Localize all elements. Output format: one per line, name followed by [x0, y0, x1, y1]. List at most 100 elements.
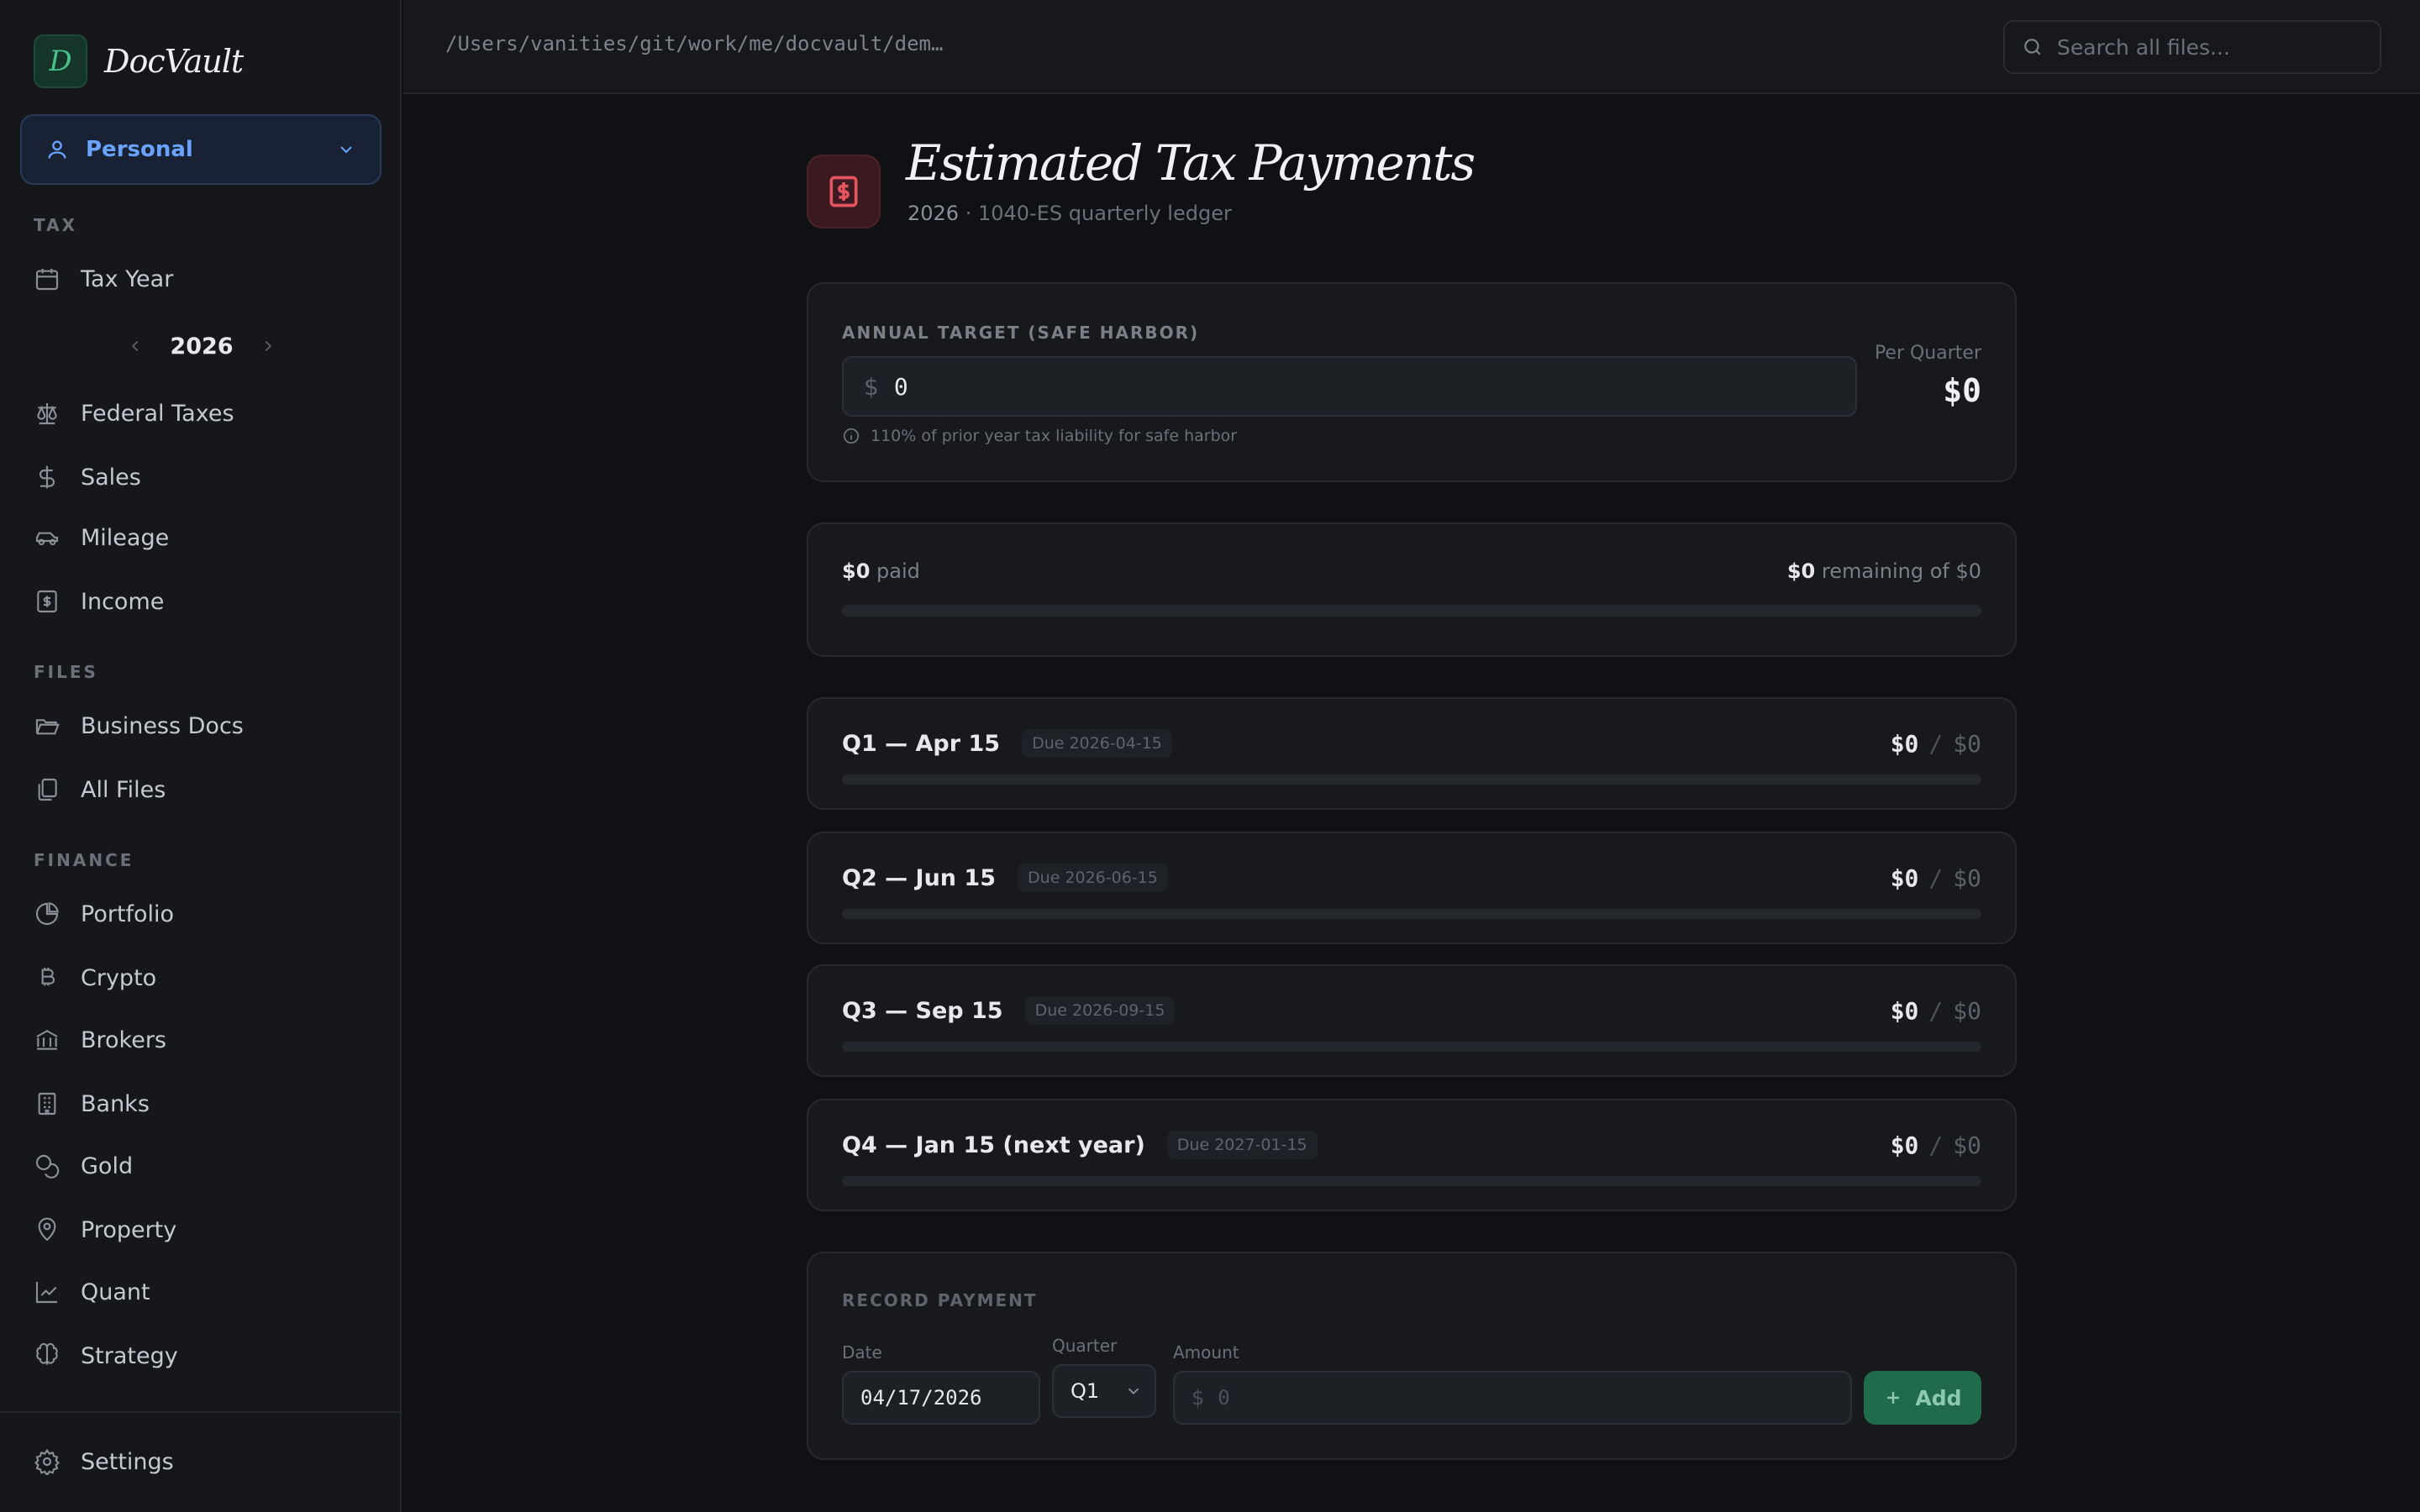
map-pin-icon	[34, 1216, 60, 1243]
files-icon	[34, 776, 60, 803]
car-icon	[34, 524, 60, 551]
remaining-amount: $0	[1786, 559, 1816, 583]
sidebar-item-label: Income	[81, 588, 165, 615]
annual-target-card: ANNUAL TARGET (SAFE HARBOR) $ 110% of pr…	[807, 282, 2017, 482]
annual-target-field[interactable]: $	[842, 356, 1857, 417]
sidebar-item-business-docs[interactable]: Business Docs	[34, 702, 370, 749]
sidebar-item-tax-year[interactable]: Tax Year	[34, 255, 370, 302]
remaining-summary: $0 remaining of $0	[1787, 559, 1981, 583]
sidebar-item-label: Banks	[81, 1090, 150, 1117]
sidebar-item-banks[interactable]: Banks	[34, 1080, 370, 1127]
quarter-target: $0	[1953, 729, 1981, 758]
sidebar-item-settings[interactable]: Settings	[34, 1438, 370, 1485]
brain-icon	[34, 1342, 60, 1369]
annual-target-input[interactable]	[893, 372, 1818, 401]
progress-summary: $0 paid $0 remaining of $0	[842, 559, 1981, 583]
sidebar-item-label: Quant	[81, 1278, 150, 1305]
gear-icon	[34, 1448, 60, 1475]
sidebar-item-gold[interactable]: Gold	[34, 1142, 370, 1189]
date-field[interactable]	[842, 1371, 1040, 1425]
coins-icon	[34, 1152, 60, 1179]
user-icon	[45, 138, 69, 161]
quarter-header: Q3 — Sep 15 Due 2026-09-15 $0 / $0	[842, 996, 1981, 1025]
amount-separator: /	[1928, 729, 1944, 758]
sidebar-item-brokers[interactable]: Brokers	[34, 1016, 370, 1063]
search-icon	[2022, 36, 2044, 58]
sidebar-divider	[0, 1411, 402, 1413]
quarter-card: Q3 — Sep 15 Due 2026-09-15 $0 / $0	[807, 964, 2017, 1077]
quarter-amount: $0 / $0	[1891, 997, 1981, 1025]
sidebar-item-all-files[interactable]: All Files	[34, 766, 370, 813]
quarter-card: Q4 — Jan 15 (next year) Due 2027-01-15 $…	[807, 1099, 2017, 1211]
sidebar-item-label: Business Docs	[81, 712, 244, 739]
sidebar-item-income[interactable]: Income	[34, 578, 370, 625]
quarter-progress-bar	[842, 1176, 1981, 1186]
date-label: Date	[842, 1342, 882, 1362]
section-title-finance: FINANCE	[34, 850, 134, 870]
building-icon	[34, 1090, 60, 1117]
remaining-label: remaining of $0	[1821, 559, 1981, 583]
search-input[interactable]	[2057, 34, 2360, 60]
amount-separator: /	[1928, 996, 1944, 1025]
currency-symbol: $	[864, 372, 879, 401]
quarter-header: Q1 — Apr 15 Due 2026-04-15 $0 / $0	[842, 729, 1981, 758]
quarter-select[interactable]: Q1	[1052, 1364, 1156, 1418]
year-value: 2026	[170, 333, 234, 360]
quarter-target: $0	[1953, 996, 1981, 1025]
bank-icon	[34, 1026, 60, 1053]
quarter-paid: $0	[1890, 864, 1919, 892]
sidebar-item-label: Settings	[81, 1448, 174, 1475]
sidebar-item-label: Tax Year	[81, 265, 174, 292]
sidebar-item-label: Sales	[81, 464, 141, 491]
chevron-left-icon[interactable]	[126, 337, 145, 355]
receipt-icon	[807, 155, 881, 228]
amount-label: Amount	[1173, 1342, 1239, 1362]
chevron-down-icon	[1124, 1382, 1143, 1400]
overall-progress-bar	[842, 605, 1981, 617]
record-payment-caption: RECORD PAYMENT	[842, 1290, 1038, 1310]
hint-text: 110% of prior year tax liability for saf…	[871, 427, 1238, 445]
chevron-right-icon[interactable]	[259, 337, 277, 355]
sidebar-item-federal-taxes[interactable]: Federal Taxes	[34, 390, 370, 437]
payment-progress-card: $0 paid $0 remaining of $0	[807, 522, 2017, 657]
subtitle-text: · 1040-ES quarterly ledger	[965, 202, 1232, 225]
sidebar-item-sales[interactable]: Sales	[34, 454, 370, 501]
quarter-title: Q2 — Jun 15	[842, 864, 997, 891]
due-date-badge: Due 2026-06-15	[1018, 864, 1168, 892]
amount-input[interactable]	[1218, 1386, 1850, 1410]
sidebar-item-portfolio[interactable]: Portfolio	[34, 890, 370, 937]
sidebar-item-label: Property	[81, 1216, 177, 1243]
paid-label: paid	[876, 559, 920, 583]
amount-field[interactable]: $	[1173, 1371, 1852, 1425]
sidebar-item-strategy[interactable]: Strategy	[34, 1332, 370, 1379]
sidebar: D DocVault Personal TAX Tax Year 2026 Fe…	[0, 0, 402, 1512]
sidebar-item-label: Mileage	[81, 524, 170, 551]
add-payment-button[interactable]: Add	[1864, 1371, 1981, 1425]
quarter-title: Q3 — Sep 15	[842, 997, 1003, 1024]
paid-amount: $0	[842, 559, 871, 583]
brand[interactable]: D DocVault	[34, 34, 244, 89]
per-quarter-value: $0	[1943, 372, 1981, 409]
quarter-header: Q4 — Jan 15 (next year) Due 2027-01-15 $…	[842, 1131, 1981, 1159]
quarter-amount: $0 / $0	[1891, 864, 1981, 892]
file-path: /Users/vanities/git/work/me/docvault/dem…	[445, 32, 944, 55]
sidebar-item-property[interactable]: Property	[34, 1206, 370, 1253]
profile-selector[interactable]: Personal	[20, 114, 381, 185]
sidebar-item-quant[interactable]: Quant	[34, 1268, 370, 1315]
quarter-target: $0	[1953, 864, 1981, 892]
sidebar-item-crypto[interactable]: Crypto	[34, 954, 370, 1001]
annual-target-caption: ANNUAL TARGET (SAFE HARBOR)	[842, 323, 1200, 343]
quarter-card: Q1 — Apr 15 Due 2026-04-15 $0 / $0	[807, 697, 2017, 810]
scale-icon	[34, 400, 60, 427]
sidebar-item-mileage[interactable]: Mileage	[34, 514, 370, 561]
folder-open-icon	[34, 712, 60, 739]
date-input[interactable]	[860, 1386, 1039, 1410]
due-date-badge: Due 2026-09-15	[1024, 996, 1176, 1025]
quarter-title: Q1 — Apr 15	[842, 730, 1001, 757]
record-payment-card: RECORD PAYMENT Date Quarter Q1 Amount $ …	[807, 1252, 2017, 1460]
search-box[interactable]	[2003, 20, 2381, 74]
year-selector: 2026	[126, 326, 277, 366]
pie-chart-icon	[34, 900, 60, 927]
topbar: /Users/vanities/git/work/me/docvault/dem…	[403, 0, 2420, 94]
section-title-files: FILES	[34, 662, 98, 682]
